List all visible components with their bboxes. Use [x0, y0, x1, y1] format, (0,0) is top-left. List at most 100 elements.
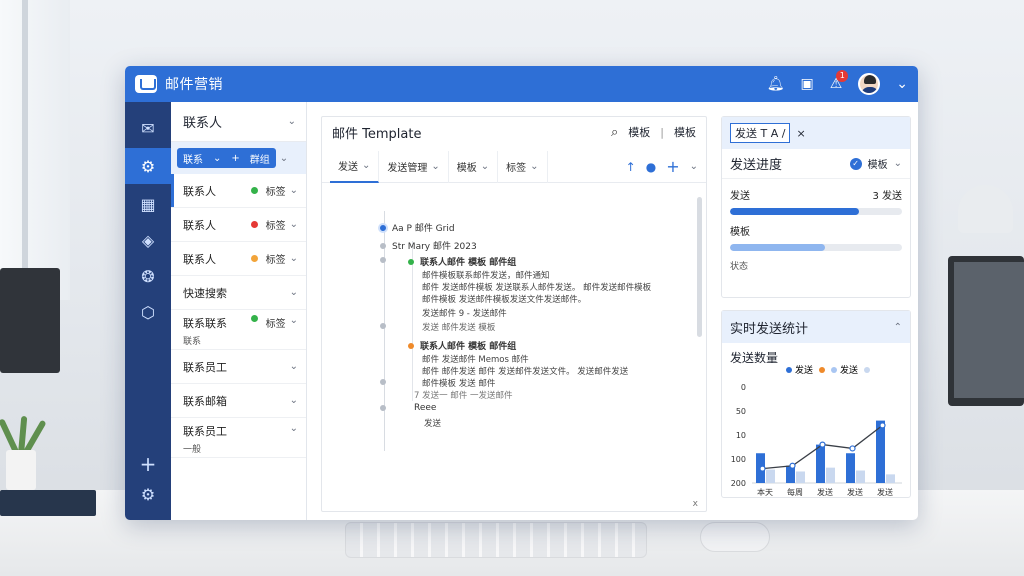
chevron-down-icon[interactable]: ⌄ — [290, 361, 298, 372]
tree-node-b[interactable]: 联系人邮件 模板 邮件组 — [408, 339, 516, 352]
status-dot-icon: ● — [645, 159, 657, 174]
legend-item — [819, 366, 826, 373]
contact-item[interactable]: 联系员工 ⌄ — [171, 350, 306, 384]
avatar[interactable] — [858, 73, 881, 95]
chevron-down-icon[interactable]: ⌄ — [690, 161, 698, 172]
contact-item[interactable]: 联系人 标签 ⌄ — [171, 242, 306, 276]
tree-node-c[interactable]: Reee — [380, 403, 436, 413]
tree-level1[interactable]: Str Mary 邮件 2023 — [380, 239, 477, 252]
contact-item[interactable]: 联系人 标签 ⌄ — [171, 208, 306, 242]
status-dot — [250, 187, 258, 194]
y-tick-label: 200 — [731, 479, 746, 488]
metric-1: 发送 3 发送 — [722, 187, 910, 215]
close-icon[interactable]: x — [693, 499, 698, 509]
x-tick-label: 发送 — [847, 487, 863, 497]
contact-item[interactable]: 快速搜索 ⌄ — [171, 276, 306, 310]
bar-primary[interactable] — [816, 444, 825, 483]
chevron-down-icon[interactable]: ⌄ — [290, 315, 298, 326]
chevron-down-icon[interactable]: ⌄ — [280, 153, 288, 164]
check-icon: ✓ — [849, 157, 862, 170]
trend-point[interactable] — [759, 465, 766, 472]
tree-node-a-line: 邮件模板 发送邮件模板发送文件发送邮件。 — [422, 295, 587, 305]
metric-2: 模板 — [722, 223, 910, 251]
editor-head-extra-2: 模板 — [674, 126, 696, 139]
chevron-down-icon[interactable]: ⌄ — [290, 395, 298, 406]
tab-tags[interactable]: 标签 ⌄ — [498, 150, 548, 183]
search-icon[interactable]: ⌕ — [611, 125, 618, 140]
contact-sub: 一般 — [183, 445, 202, 455]
trend-point[interactable] — [789, 462, 796, 469]
close-icon[interactable]: × — [796, 127, 805, 140]
scrollbar[interactable] — [697, 197, 702, 337]
tab-label: 发送 — [338, 162, 358, 173]
calendar-icon[interactable]: ▦ — [125, 186, 171, 222]
chevron-down-icon[interactable]: ⌄ — [290, 219, 298, 230]
chevron-down-icon[interactable]: ⌄ — [896, 76, 908, 92]
tree-node-a-line: 邮件模板联系邮件发送，邮件通知 — [422, 271, 550, 281]
inbox-icon[interactable]: ✉ — [125, 110, 171, 146]
tree-node-a[interactable]: 联系人邮件 模板 邮件组 — [408, 255, 516, 268]
tree-root[interactable]: Aa P 邮件 Grid — [380, 221, 455, 234]
settings-bottom-icon[interactable]: ⚙ — [125, 476, 171, 512]
chevron-down-icon[interactable]: ⌄ — [288, 116, 296, 127]
settings-icon[interactable]: ⚙ — [125, 148, 171, 184]
contacts-panel: 联系人 ⌄ 联系 ⌄ + 群组 ⌄ 联系人 标签 ⌄ 联系人 标签 ⌄ 联系人 标签 ⌄ 快速搜索… — [171, 102, 307, 520]
mail-icon[interactable]: ⬡ — [125, 294, 171, 330]
legend-item — [864, 366, 871, 373]
filter-pill[interactable]: 联系 ⌄ + 群组 — [177, 148, 276, 168]
contact-item[interactable]: 联系邮箱 ⌄ — [171, 384, 306, 418]
trend-point[interactable] — [879, 422, 886, 429]
bar-secondary[interactable] — [796, 471, 805, 483]
trend-point[interactable] — [849, 445, 856, 452]
chevron-down-icon: ⌄ — [480, 161, 490, 172]
bar-primary[interactable] — [846, 453, 855, 483]
search-input[interactable]: 发送 T A / — [730, 123, 791, 143]
tree-spacer — [380, 379, 386, 385]
chevron-down-icon[interactable]: ⌄ — [290, 253, 298, 264]
background-book — [0, 490, 96, 516]
progress-track — [730, 208, 902, 215]
editor-tabs: 发送 ⌄ 发送管理 ⌄ 模板 ⌄ 标签 ⌄ ↑ ● + ⌄ — [322, 150, 706, 183]
chevron-down-icon[interactable]: ⌄ — [290, 287, 298, 298]
contact-name: 联系员工 — [183, 425, 227, 438]
sort-up-icon[interactable]: ↑ — [626, 160, 636, 174]
chevron-down-icon: ⌄ — [893, 158, 902, 169]
contact-item[interactable]: 联系人 标签 ⌄ — [171, 174, 306, 208]
metric-label: 发送 — [730, 191, 750, 202]
chat-icon[interactable]: ▣ — [800, 76, 813, 92]
keyboard — [345, 522, 647, 558]
bell-icon[interactable]: 🔔︎ — [767, 76, 785, 92]
bar-secondary[interactable] — [826, 467, 835, 483]
contacts-header[interactable]: 联系人 ⌄ — [171, 102, 306, 142]
contact-item[interactable]: 联系员工 ⌄ 一般 — [171, 418, 306, 458]
status-dot — [250, 221, 258, 228]
tree-node-dot — [380, 257, 386, 263]
tree-node-a-foot: 发送 邮件发送 模板 — [422, 323, 496, 333]
title-bar: 邮件营销 🔔︎ ▣ ⚠︎ 1 ⌄ — [125, 66, 918, 102]
contact-name: 联系邮箱 — [183, 394, 227, 408]
trend-point[interactable] — [819, 441, 826, 448]
alert-icon[interactable]: ⚠︎ 1 — [830, 70, 849, 92]
tree-node-dot — [380, 323, 386, 329]
chevron-down-icon[interactable]: ⌄ — [290, 185, 298, 196]
add-icon[interactable]: + — [666, 157, 679, 176]
tab-send[interactable]: 发送 ⌄ — [330, 150, 380, 183]
tab-template[interactable]: 模板 ⌄ — [449, 150, 499, 183]
bar-secondary[interactable] — [886, 474, 895, 483]
tree-node-dot — [380, 405, 386, 411]
chevron-down-icon: ⌄ — [431, 161, 440, 172]
contact-item[interactable]: 联系联系 标签 ⌄ 联系 — [171, 310, 306, 350]
progress-filter[interactable]: ✓ 模板 ⌄ — [849, 156, 902, 171]
progress-filter-label: 模板 — [867, 160, 888, 171]
tree-node-dot — [408, 342, 414, 349]
chevron-down-icon[interactable]: ⌄ — [290, 423, 298, 434]
chevron-down-icon: ⌄ — [530, 161, 539, 172]
bar-secondary[interactable] — [856, 470, 865, 483]
contact-sub: 联系 — [183, 337, 202, 347]
bar-secondary[interactable] — [766, 469, 775, 483]
box-icon[interactable]: ◈ — [125, 222, 171, 258]
contact-tag: 标签 — [265, 319, 286, 330]
tab-send-manage[interactable]: 发送管理 ⌄ — [379, 150, 449, 183]
gear-icon[interactable]: ❂ — [125, 258, 171, 294]
chevron-up-icon[interactable]: ⌃ — [894, 322, 902, 333]
